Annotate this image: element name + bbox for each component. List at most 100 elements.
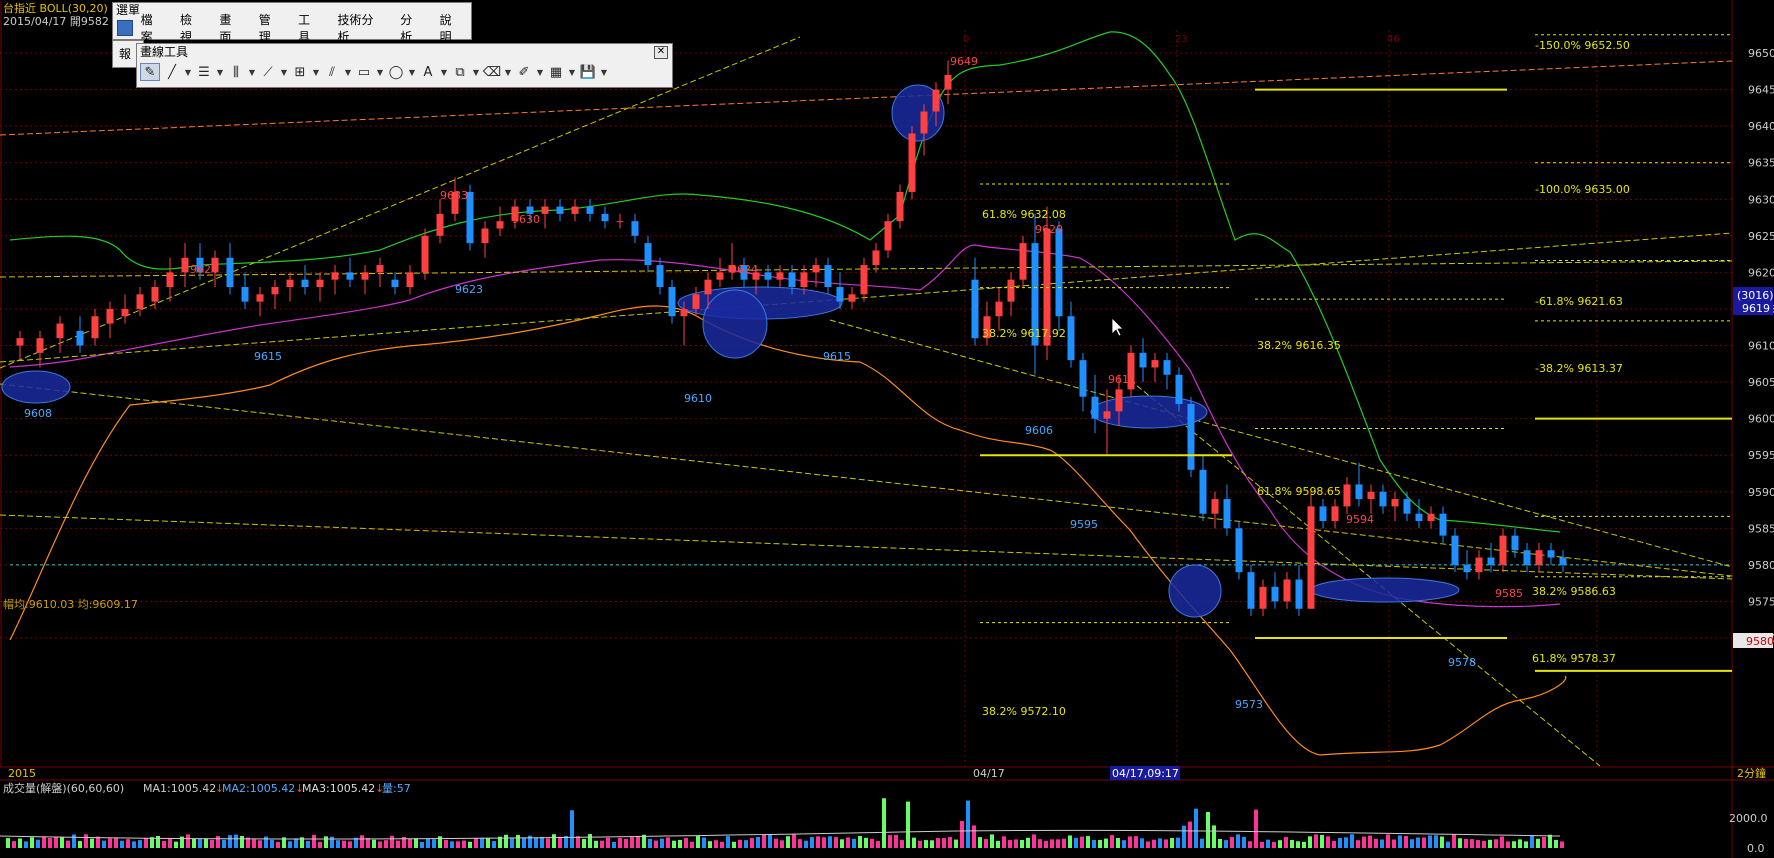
candle-body: [1307, 506, 1315, 609]
edit-icon[interactable]: ✐: [514, 63, 534, 81]
volume-bar: [762, 834, 766, 848]
volume-bar: [852, 838, 856, 848]
app-icon[interactable]: [117, 20, 133, 36]
menu-item-technical[interactable]: 技術分析: [330, 11, 393, 45]
volume-bar: [126, 839, 130, 848]
color-icon[interactable]: ▦: [546, 63, 566, 81]
candle-body: [776, 272, 784, 280]
price-label-high: 9649: [950, 55, 978, 68]
candle-body: [1463, 564, 1471, 573]
menu-item-help[interactable]: 說明: [432, 11, 471, 45]
dropdown-arrow-icon[interactable]: ▼: [536, 63, 544, 81]
volume-bar: [258, 840, 262, 848]
volume-bar: [1134, 836, 1138, 848]
candle-body: [668, 287, 676, 317]
drawing-tools-window[interactable]: 畫線工具 ✕ ✎ ╱ ▼ ☰ ▼ ⫼ ▼ ⟋ ▼ ⊞ ▼ ⫽ ▼ ▭ ▼ ◯ ▼ A ▼ ⧉ ▼ ⌫ ▼ ✐ ▼ ▦ ▼ 💾 ▼: [136, 43, 673, 88]
candle-body: [932, 89, 940, 112]
dropdown-arrow-icon[interactable]: ▼: [216, 63, 224, 81]
dropdown-arrow-icon[interactable]: ▼: [280, 63, 288, 81]
dropdown-arrow-icon[interactable]: ▼: [184, 63, 192, 81]
dropdown-arrow-icon[interactable]: ▼: [344, 63, 352, 81]
volume-bar: [1104, 838, 1108, 848]
volume-bar: [438, 836, 442, 848]
candle-body: [1079, 360, 1087, 397]
close-icon[interactable]: ✕: [654, 46, 668, 59]
volume-bar: [1362, 836, 1366, 848]
menu-item-analysis[interactable]: 分析: [392, 11, 431, 45]
candle-body: [824, 265, 832, 287]
menu-item-tools[interactable]: 工具: [290, 11, 329, 45]
candle-body: [1487, 557, 1495, 565]
channel-icon[interactable]: ⫽: [322, 63, 342, 81]
candle-body: [271, 287, 279, 295]
volume-bar: [114, 837, 118, 848]
fan-icon[interactable]: ⟋: [258, 63, 278, 81]
volume-bar: [1416, 837, 1420, 848]
volume-bar: [168, 838, 172, 848]
interval-label[interactable]: 2分鐘: [1737, 766, 1766, 780]
save-icon[interactable]: 💾: [578, 63, 598, 81]
dropdown-arrow-icon[interactable]: ▼: [504, 63, 512, 81]
dropdown-arrow-icon[interactable]: ▼: [472, 63, 480, 81]
volume-bar: [1266, 839, 1270, 848]
candle-body: [601, 213, 609, 222]
volume-bar: [786, 836, 790, 848]
menu-item-screen[interactable]: 畫面: [211, 11, 250, 45]
dropdown-arrow-icon[interactable]: ▼: [312, 63, 320, 81]
volume-bar: [1428, 835, 1432, 848]
candle-body: [1523, 550, 1531, 565]
dropdown-arrow-icon[interactable]: ▼: [440, 63, 448, 81]
menu-window[interactable]: 選單 檔案 檢視 畫面 管理 工具 技術分析 分析 說明: [112, 2, 472, 44]
volume-bar: [1476, 840, 1480, 848]
dropdown-arrow-icon[interactable]: ▼: [248, 63, 256, 81]
volume-bar: [318, 841, 322, 848]
candle-body: [1259, 586, 1267, 609]
volume-bar: [1014, 839, 1018, 848]
eraser-icon[interactable]: ⌫: [482, 63, 502, 81]
volume-bar: [252, 839, 256, 848]
price-label-high: 9633: [440, 189, 468, 202]
volume-bar: [1308, 836, 1312, 848]
volume-bar: [18, 838, 22, 848]
dropdown-arrow-icon[interactable]: ▼: [376, 63, 384, 81]
vertical-icon[interactable]: ⫼: [226, 63, 246, 81]
volume-bar: [1188, 821, 1192, 848]
text-icon[interactable]: A: [418, 63, 438, 81]
menu-item-view[interactable]: 檢視: [172, 11, 211, 45]
dropdown-arrow-icon[interactable]: ▼: [408, 63, 416, 81]
volume-bar: [540, 836, 544, 848]
copy-icon[interactable]: ⧉: [450, 63, 470, 81]
price-tick-label: 9645: [1748, 84, 1774, 97]
cursor-select-icon[interactable]: ✎: [140, 63, 160, 81]
volume-bar: [228, 835, 232, 848]
candle-body: [616, 221, 624, 223]
volume-bar: [1446, 841, 1450, 848]
volume-bar: [1152, 839, 1156, 848]
volume-bar: [1422, 837, 1426, 848]
volume-bar: [468, 841, 472, 848]
candle-body: [788, 272, 796, 287]
candle-body: [800, 272, 808, 287]
volume-bar: [1026, 837, 1030, 848]
volume-bar: [636, 836, 640, 848]
volume-bar: [1182, 825, 1186, 848]
volume-bar: [1548, 834, 1552, 848]
volume-bar: [120, 840, 124, 848]
volume-bar: [1002, 836, 1006, 848]
menu-item-manage[interactable]: 管理: [251, 11, 290, 45]
volume-bar: [1248, 841, 1252, 848]
volume-bar: [858, 836, 862, 848]
volume-bar: [492, 841, 496, 848]
chart-canvas[interactable]: 9624 9633 9630 9624 9649 9629 9611 9594 9585 9608…: [0, 0, 1774, 858]
candle-body: [644, 243, 652, 266]
line-icon[interactable]: ╱: [162, 63, 182, 81]
fibonacci-label: -61.8% 9621.63: [1535, 295, 1623, 308]
horizontal-icon[interactable]: ☰: [194, 63, 214, 81]
cursor-time: 04/17,09:17: [1112, 767, 1179, 780]
ellipse-icon[interactable]: ◯: [386, 63, 406, 81]
grid-icon[interactable]: ⊞: [290, 63, 310, 81]
rectangle-icon[interactable]: ▭: [354, 63, 374, 81]
candle-body: [1439, 513, 1447, 536]
dropdown-arrow-icon[interactable]: ▼: [568, 63, 576, 81]
dropdown-arrow-icon[interactable]: ▼: [600, 63, 608, 81]
